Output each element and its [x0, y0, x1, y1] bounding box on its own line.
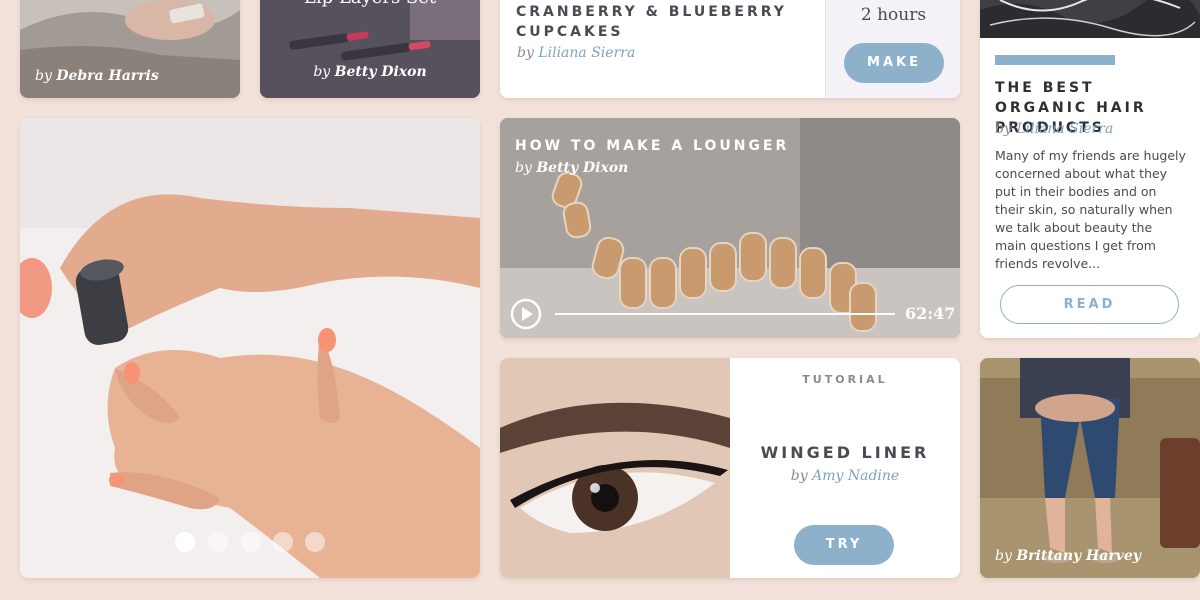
slider-dot[interactable] [208, 532, 228, 552]
article-byline: by Liliana Sierra [995, 121, 1113, 137]
lips-card-byline: by Betty Dixon [260, 64, 480, 80]
portrait-photo [980, 358, 1200, 578]
lipstick-photo-image [260, 0, 480, 98]
portrait-card[interactable]: by Brittany Harvey [980, 358, 1200, 578]
video-duration: 62:47 [905, 304, 956, 323]
slider-pagination [175, 532, 325, 552]
author-link[interactable]: Brittany Harvey [1016, 548, 1141, 564]
slider-dot[interactable] [305, 532, 325, 552]
eye-photo [500, 358, 730, 578]
author-link[interactable]: Betty Dixon [335, 64, 427, 80]
photo-card-lip-layers[interactable]: Lip Layers Set by Betty Dixon [260, 0, 480, 98]
lip-layers-title: Lip Layers Set [260, 0, 480, 8]
byline-prefix: by [515, 160, 532, 176]
recipe-action-panel: 2 hours MAKE [825, 0, 960, 98]
article-header-image [980, 0, 1200, 38]
author-link[interactable]: Amy Nadine [812, 468, 899, 484]
tutorial-byline: by Amy Nadine [730, 468, 960, 484]
byline-prefix: by [517, 45, 534, 61]
video-title[interactable]: HOW TO MAKE A LOUNGER [515, 138, 789, 154]
article-card: THE BEST ORGANIC HAIR PRODUCTS by Lilian… [980, 0, 1200, 338]
video-byline: by Betty Dixon [515, 160, 628, 176]
tutorial-title[interactable]: WINGED LINER [730, 443, 960, 462]
byline-prefix: by [995, 121, 1012, 137]
nail-polish-photo [20, 118, 480, 578]
recipe-card: CRANBERRY & BLUEBERRY CUPCAKES by Lilian… [500, 0, 960, 98]
byline-prefix: by [35, 68, 52, 84]
slider-dot[interactable] [273, 532, 293, 552]
read-button[interactable]: READ [1000, 285, 1179, 324]
author-link[interactable]: Liliana Sierra [538, 45, 635, 61]
page: { "cards": { "phone": { "by": "by", "aut… [0, 0, 1200, 600]
play-icon[interactable] [510, 298, 542, 330]
byline-prefix: by [790, 468, 808, 484]
tutorial-kicker: TUTORIAL [802, 373, 888, 386]
slider-dot[interactable] [241, 532, 261, 552]
recipe-duration: 2 hours [860, 5, 927, 25]
image-slider-card[interactable] [20, 118, 480, 578]
recipe-byline: by Liliana Sierra [517, 45, 635, 61]
make-button[interactable]: MAKE [844, 43, 944, 83]
photo-card-phone[interactable]: by Debra Harris [20, 0, 240, 98]
portrait-byline: by Brittany Harvey [995, 548, 1141, 564]
article-excerpt: Many of my friends are hugely concerned … [995, 148, 1186, 271]
author-link[interactable]: Debra Harris [56, 68, 158, 84]
article-accent-bar [995, 55, 1115, 65]
tutorial-card: TUTORIAL WINGED LINER by Amy Nadine TRY [500, 358, 960, 578]
phone-card-byline: by Debra Harris [35, 68, 159, 84]
slider-dot-active[interactable] [175, 532, 195, 552]
video-progress-track[interactable] [555, 313, 895, 315]
byline-prefix: by [995, 548, 1012, 564]
video-card[interactable]: HOW TO MAKE A LOUNGER by Betty Dixon 62:… [500, 118, 960, 338]
try-button[interactable]: TRY [794, 525, 894, 565]
author-link[interactable]: Liliana Sierra [1016, 121, 1113, 137]
author-link[interactable]: Betty Dixon [536, 160, 628, 176]
byline-prefix: by [313, 64, 331, 80]
recipe-title[interactable]: CRANBERRY & BLUEBERRY CUPCAKES [516, 2, 796, 42]
